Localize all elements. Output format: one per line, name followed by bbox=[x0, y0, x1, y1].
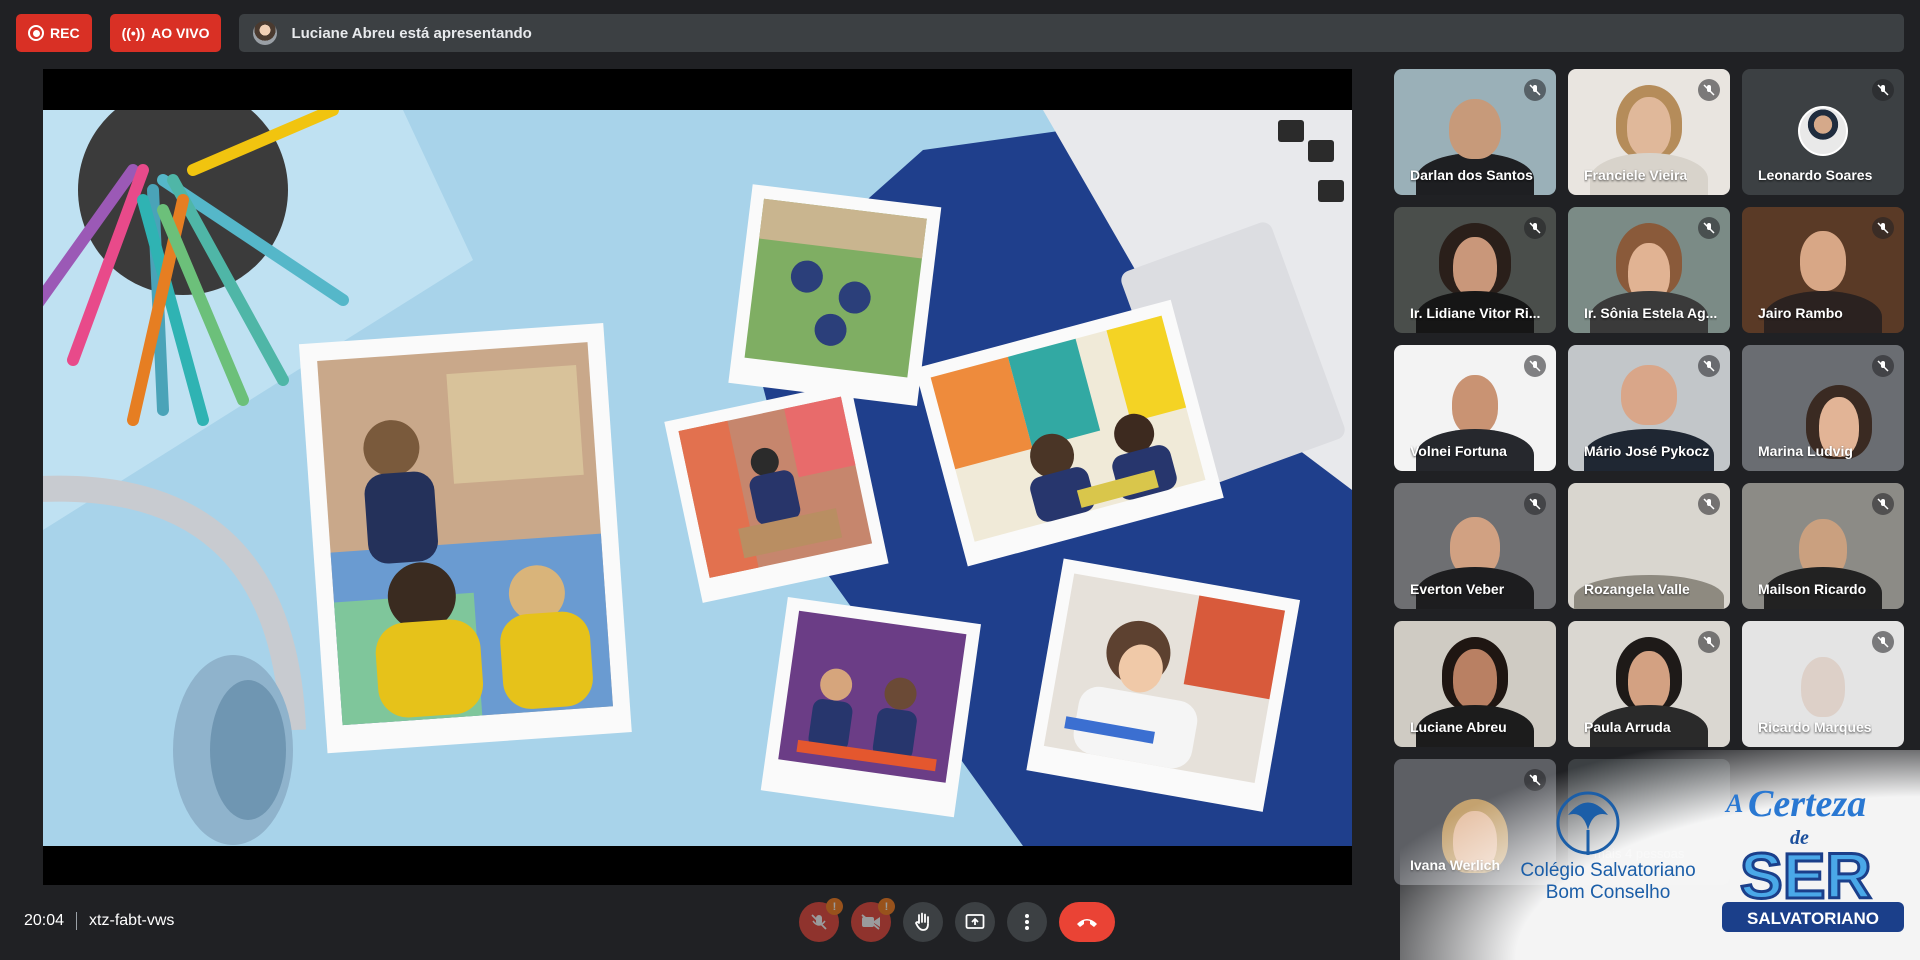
participant-tile[interactable]: Leonardo Soares bbox=[1742, 69, 1904, 195]
participant-name: Leonardo Soares bbox=[1758, 167, 1873, 183]
slogan-a: A bbox=[1724, 789, 1743, 818]
participant-tile[interactable]: Mário José Pykocz bbox=[1568, 345, 1730, 471]
presenting-text: Luciane Abreu está apresentando bbox=[291, 24, 532, 42]
mic-off-icon bbox=[1698, 79, 1720, 101]
mic-warning-badge: ! bbox=[826, 898, 843, 915]
presentation-slide bbox=[43, 110, 1352, 846]
raise-hand-button[interactable] bbox=[903, 902, 943, 942]
school-name-line1: Colégio Salvatoriano bbox=[1520, 860, 1696, 881]
participant-name: Ivana Werlich bbox=[1410, 857, 1501, 873]
participant-name: Mailson Ricardo bbox=[1758, 581, 1867, 597]
participant-name: Franciele Vieira bbox=[1584, 167, 1688, 183]
mic-off-icon bbox=[1698, 217, 1720, 239]
participant-name: Ir. Lidiane Vitor Ri... bbox=[1410, 305, 1541, 321]
record-icon bbox=[28, 25, 44, 41]
participant-tile[interactable]: Jairo Rambo bbox=[1742, 207, 1904, 333]
live-stream-button[interactable]: ((•)) AO VIVO bbox=[109, 14, 222, 52]
participant-face bbox=[1452, 375, 1498, 435]
live-label: AO VIVO bbox=[151, 25, 210, 41]
call-controls: ! ! bbox=[799, 898, 1115, 942]
presenting-banner[interactable]: Luciane Abreu está apresentando bbox=[239, 14, 1904, 52]
meeting-info: 20:04 xtz-fabt-vws bbox=[24, 912, 174, 930]
participant-avatar bbox=[1798, 106, 1848, 156]
camera-toggle-button[interactable]: ! bbox=[851, 898, 895, 942]
participant-tile[interactable]: Ir. Lidiane Vitor Ri... bbox=[1394, 207, 1556, 333]
participant-tile[interactable]: Rozangela Valle bbox=[1568, 483, 1730, 609]
hand-icon bbox=[915, 912, 929, 931]
more-vert-icon bbox=[1025, 914, 1029, 930]
participant-face bbox=[1449, 99, 1501, 159]
mic-off-icon bbox=[1872, 217, 1894, 239]
mic-off-icon bbox=[1524, 79, 1546, 101]
mic-off-icon bbox=[1872, 355, 1894, 377]
mic-off-icon bbox=[1872, 493, 1894, 515]
mic-off-icon bbox=[1524, 355, 1546, 377]
participant-name: Darlan dos Santos bbox=[1410, 167, 1533, 183]
participant-face bbox=[1801, 657, 1845, 717]
hang-up-icon bbox=[1077, 919, 1097, 927]
mic-off-icon bbox=[1872, 79, 1894, 101]
participant-name: Marina Ludvig bbox=[1758, 443, 1853, 459]
participant-name: Jairo Rambo bbox=[1758, 305, 1843, 321]
participant-tile[interactable]: Marina Ludvig bbox=[1742, 345, 1904, 471]
participant-tile[interactable]: Ir. Sônia Estela Ag... bbox=[1568, 207, 1730, 333]
mic-off-icon bbox=[1698, 355, 1720, 377]
bottom-bar: 20:04 xtz-fabt-vws ! ! bbox=[0, 888, 1920, 960]
participant-name: Ir. Sônia Estela Ag... bbox=[1584, 305, 1718, 321]
microphone-toggle-button[interactable]: ! bbox=[799, 898, 843, 942]
participant-tile[interactable]: Ricardo Marques bbox=[1742, 621, 1904, 747]
top-bar: REC ((•)) AO VIVO Luciane Abreu está apr… bbox=[16, 14, 1904, 52]
recording-button[interactable]: REC bbox=[16, 14, 92, 52]
participant-name: Paula Arruda bbox=[1584, 719, 1671, 735]
camera-off-icon bbox=[861, 914, 880, 930]
participant-tile[interactable]: Franciele Vieira bbox=[1568, 69, 1730, 195]
more-options-button[interactable] bbox=[1007, 902, 1047, 942]
meeting-code[interactable]: xtz-fabt-vws bbox=[89, 912, 174, 930]
participant-name: Volnei Fortuna bbox=[1410, 443, 1507, 459]
mic-off-icon bbox=[1524, 493, 1546, 515]
participant-tile[interactable]: Paula Arruda bbox=[1568, 621, 1730, 747]
participant-name: Luciane Abreu bbox=[1410, 719, 1507, 735]
meet-window: REC ((•)) AO VIVO Luciane Abreu está apr… bbox=[0, 0, 1920, 960]
participant-face bbox=[1453, 649, 1497, 709]
participant-name: Mário José Pykocz bbox=[1584, 443, 1710, 459]
participant-face bbox=[1621, 365, 1677, 425]
school-logo: Colégio Salvatoriano Bom Conselho bbox=[1513, 780, 1703, 904]
broadcast-icon: ((•)) bbox=[121, 25, 146, 41]
slogan-certeza: Certeza bbox=[1748, 783, 1866, 825]
participant-name: Rozangela Valle bbox=[1584, 581, 1690, 597]
participant-tile[interactable]: Darlan dos Santos bbox=[1394, 69, 1556, 195]
participant-tile[interactable]: Volnei Fortuna bbox=[1394, 345, 1556, 471]
participant-face bbox=[1627, 97, 1671, 157]
participant-tile[interactable]: Luciane Abreu bbox=[1394, 621, 1556, 747]
participant-name: Everton Veber bbox=[1410, 581, 1505, 597]
presenter-avatar bbox=[253, 21, 278, 45]
divider bbox=[76, 912, 78, 930]
participant-tile[interactable]: Mailson Ricardo bbox=[1742, 483, 1904, 609]
participant-face bbox=[1628, 651, 1670, 711]
present-screen-button[interactable] bbox=[955, 902, 995, 942]
mic-off-icon bbox=[1524, 217, 1546, 239]
leave-call-button[interactable] bbox=[1059, 902, 1115, 942]
mic-off-icon bbox=[1872, 631, 1894, 653]
mic-off-icon bbox=[1698, 493, 1720, 515]
participant-name: Ricardo Marques bbox=[1758, 719, 1872, 735]
recording-label: REC bbox=[50, 25, 80, 41]
participant-tile[interactable]: Everton Veber bbox=[1394, 483, 1556, 609]
mic-off-icon bbox=[1698, 631, 1720, 653]
presentation-stage[interactable] bbox=[43, 69, 1352, 885]
camera-warning-badge: ! bbox=[878, 898, 895, 915]
current-time: 20:04 bbox=[24, 912, 65, 929]
slide-collage-image bbox=[43, 110, 1352, 846]
participant-face bbox=[1453, 237, 1497, 297]
present-screen-icon bbox=[965, 914, 985, 929]
mic-off-icon bbox=[811, 914, 827, 930]
participant-face bbox=[1800, 231, 1846, 291]
